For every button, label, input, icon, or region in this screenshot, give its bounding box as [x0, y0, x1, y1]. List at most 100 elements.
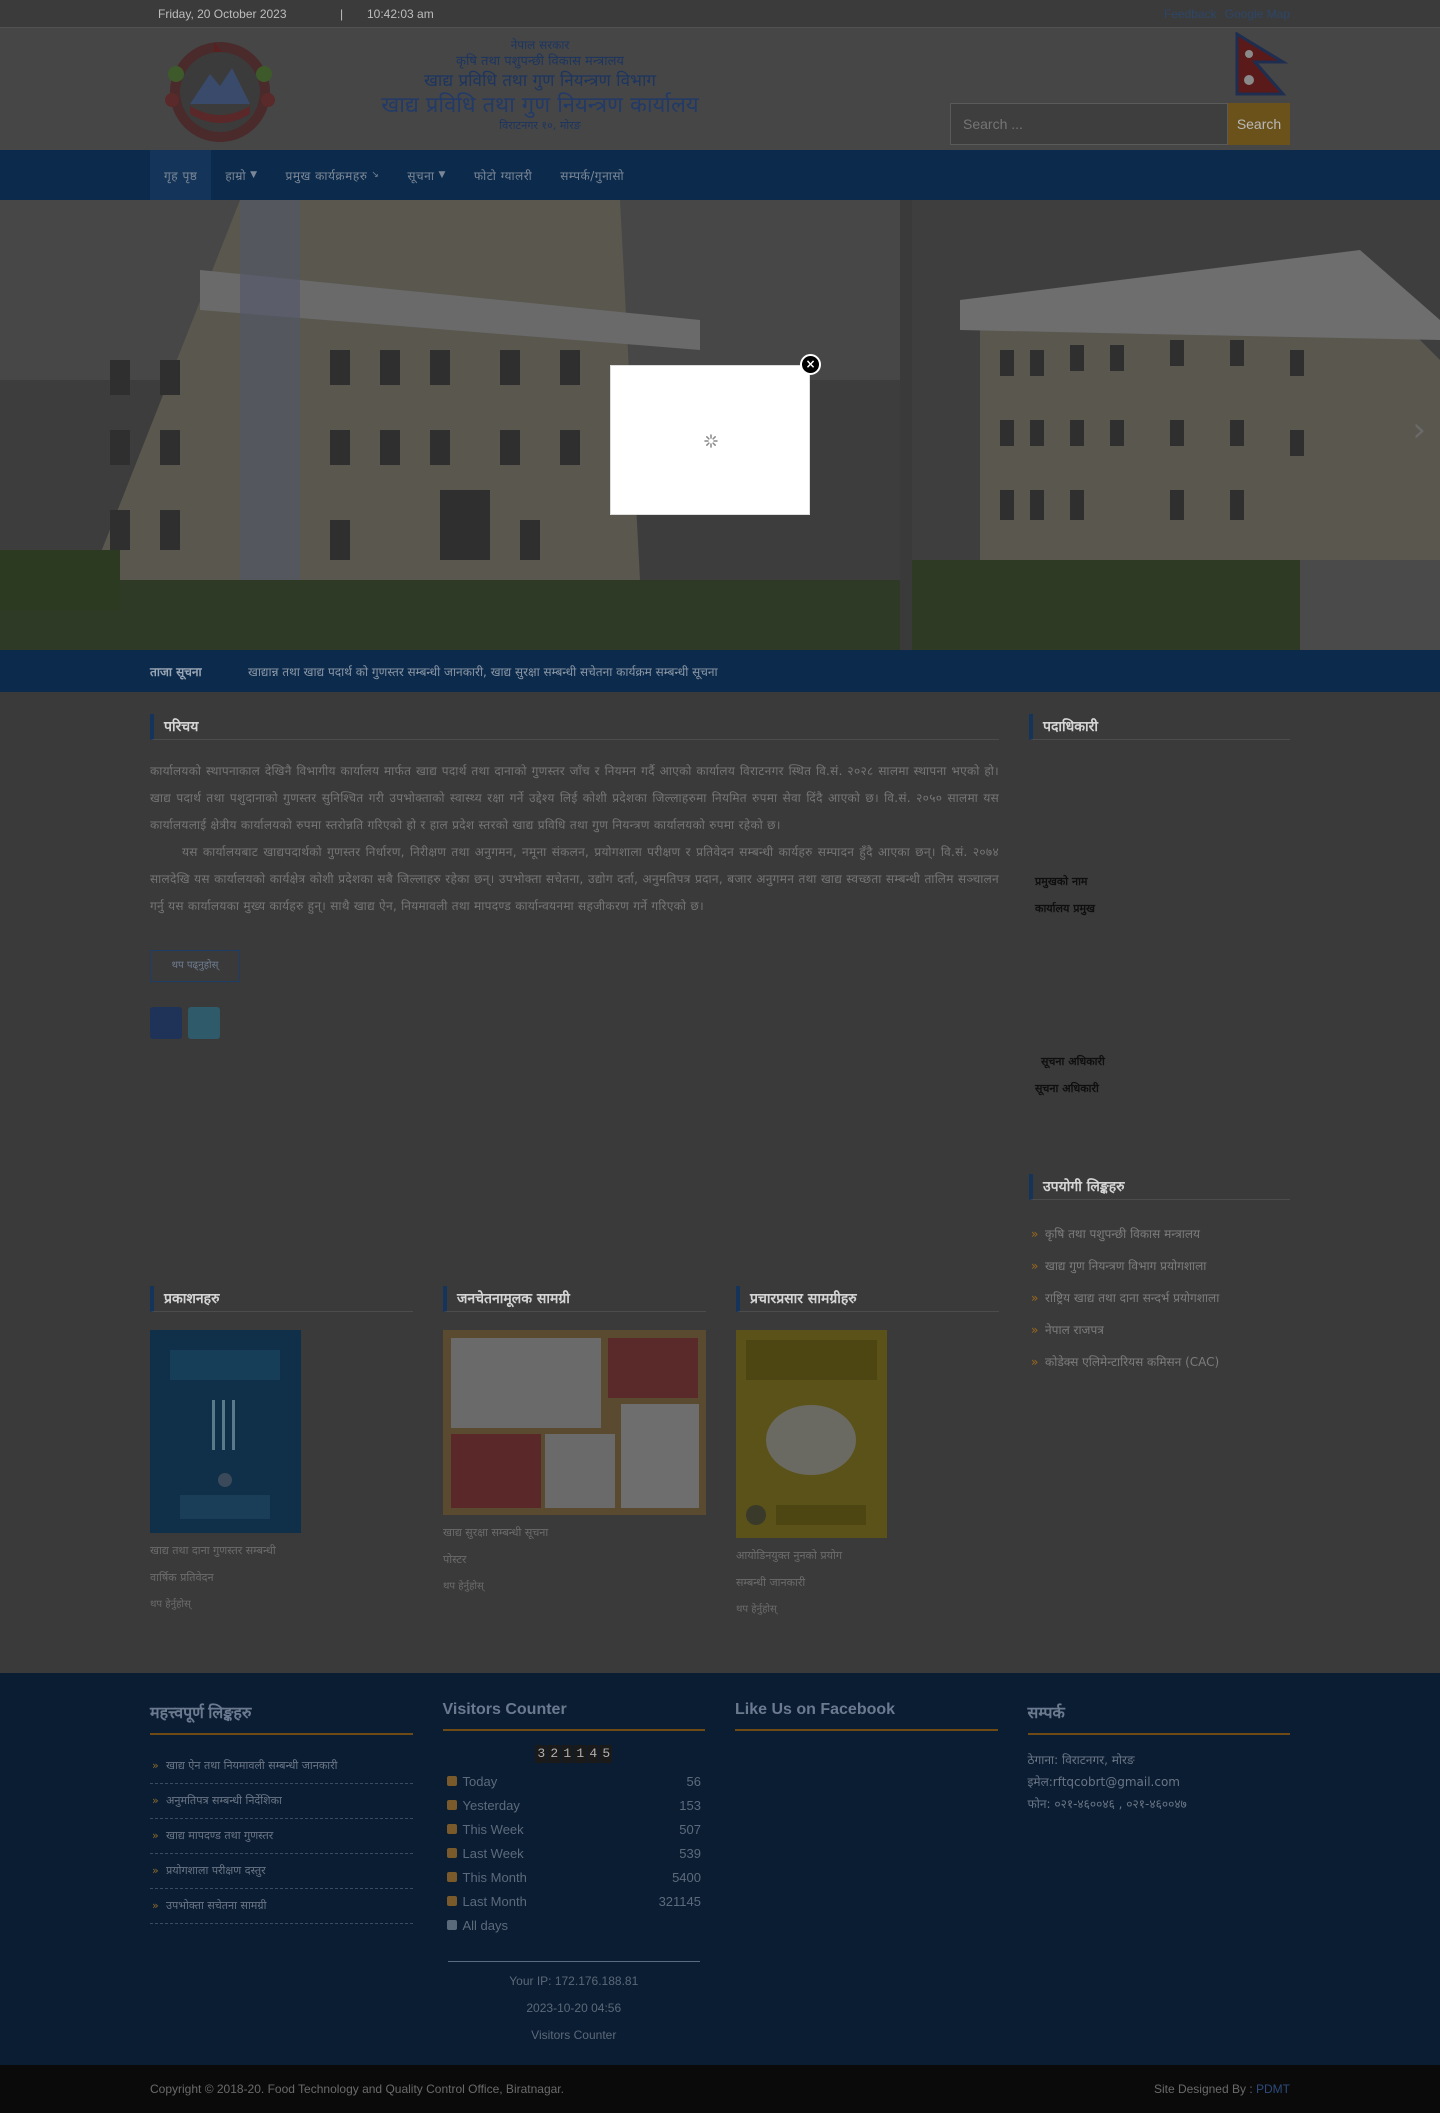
publications-column: प्रकाशनहरु खाद्य तथा दाना गुणस्तर सम्बन्…	[150, 1286, 413, 1623]
slider-next-arrow-icon[interactable]: ›	[1412, 410, 1426, 450]
column-caption: आयोडिनयुक्त नुनको प्रयोग	[736, 1549, 843, 1562]
intro-title: परिचय	[150, 714, 999, 740]
site-header: नेपाल सरकार कृषि तथा पशुपन्छी विकास मन्त…	[0, 27, 1440, 150]
contact-column: सम्पर्क ठेगाना: विराटनगर, मोरङ इमेल:rftq…	[1027, 1701, 1290, 2049]
visitor-datetime: 2023-10-20 04:56	[526, 2001, 622, 2015]
visitors-counter-title: Visitors Counter	[442, 1701, 705, 1731]
staff-1-role: कार्यालय प्रमुख	[1035, 902, 1096, 915]
feedback-link[interactable]: Feedback	[1164, 7, 1217, 21]
visitor-stat-label: All days	[462, 1917, 509, 1933]
column-caption: वार्षिक प्रतिवेदन	[150, 1571, 214, 1584]
visitor-stat-value: 507	[679, 1821, 701, 1837]
important-links-column: महत्त्वपूर्ण लिङ्कहरु खाद्य ऐन तथा नियमा…	[150, 1701, 413, 2049]
publication-cover-image[interactable]	[150, 1330, 301, 1533]
news-ticker: ताजा सूचना खाद्यान्न तथा खाद्य पदार्थ को…	[0, 650, 1440, 692]
view-more-link[interactable]: थप हेर्नुहोस्	[736, 1604, 777, 1615]
column-caption: पोस्टर	[443, 1553, 467, 1566]
designer-link[interactable]: PDMT	[1256, 2082, 1290, 2096]
copyright-text: Copyright © 2018-20. Food Technology and…	[150, 2082, 564, 2096]
contact-address: ठेगाना: विराटनगर, मोरङ	[1027, 1753, 1135, 1767]
counter-digit: 1	[574, 1745, 587, 1763]
useful-link-item[interactable]: कोडेक्स एलिमेन्टारियस कमिसन (CAC)	[1029, 1346, 1290, 1378]
nav-item-programs[interactable]: प्रमुख कार्यक्रमहरु ↘	[272, 150, 394, 200]
contact-title: सम्पर्क	[1027, 1701, 1290, 1735]
visitor-stat-label: Today	[462, 1773, 498, 1789]
social-share	[150, 1007, 999, 1039]
nav-label: सम्पर्क/गुनासो	[560, 168, 625, 183]
intro-paragraph: यस कार्यालयबाट खाद्यपदार्थको गुणस्तर निर…	[150, 845, 999, 913]
chart-icon	[446, 1920, 457, 1930]
search-input[interactable]	[950, 103, 1228, 145]
nav-item-home[interactable]: गृह पृष्ठ	[150, 150, 212, 200]
visitors-counter-link[interactable]: Visitors Counter	[531, 2028, 616, 2042]
nav-item-contact[interactable]: सम्पर्क/गुनासो	[546, 150, 638, 200]
staff-1-name: प्रमुखको नाम	[1035, 875, 1088, 888]
nav-item-about[interactable]: हाम्रो ▼	[211, 150, 271, 200]
footer-link-item[interactable]: खाद्य ऐन तथा नियमावली सम्बन्धी जानकारी	[150, 1749, 413, 1784]
counter-digit: 2	[548, 1745, 561, 1763]
current-time: 10:42:03 am	[367, 6, 434, 21]
office-title-block: नेपाल सरकार कृषि तथा पशुपन्छी विकास मन्त…	[350, 38, 730, 133]
ticker-label: ताजा सूचना	[150, 664, 202, 679]
main-content: परिचय कार्यालयको स्थापनाकाल देखिनै विभाग…	[0, 692, 1440, 2113]
facebook-icon[interactable]	[150, 1007, 182, 1039]
nav-item-notices[interactable]: सूचना ▼	[393, 150, 459, 200]
footer-link-item[interactable]: प्रयोगशाला परीक्षण दस्तुर	[150, 1854, 413, 1889]
column-title: प्रकाशनहरु	[150, 1286, 413, 1312]
visitor-counter-footer: Your IP: 172.176.188.81 2023-10-20 04:56…	[447, 1961, 700, 2049]
staff-title: पदाधिकारी	[1029, 714, 1290, 740]
topbar-separator: |	[340, 6, 344, 21]
office-name: खाद्य प्रविधि तथा गुण नियन्त्रण कार्यालय	[381, 93, 699, 118]
nav-label: हाम्रो	[225, 168, 247, 183]
awareness-poster-image[interactable]	[443, 1330, 706, 1515]
visitor-stat-label: Last Month	[462, 1893, 527, 1909]
footer-link-item[interactable]: खाद्य मापदण्ड तथा गुणस्तर	[150, 1819, 413, 1854]
facebook-column: Like Us on Facebook	[735, 1701, 998, 2049]
close-icon[interactable]: ×	[800, 354, 821, 375]
nav-item-photo-gallery[interactable]: फोटो ग्यालरी	[460, 150, 546, 200]
office-address: विराटनगर १०, मोरङ	[499, 119, 581, 132]
footer-link-item[interactable]: उपभोक्ता सचेतना सामग्री	[150, 1889, 413, 1924]
useful-link-item[interactable]: नेपाल राजपत्र	[1029, 1314, 1290, 1346]
staff-photo-2	[1029, 922, 1290, 1048]
view-more-link[interactable]: थप हेर्नुहोस्	[443, 1581, 484, 1592]
sidebar: पदाधिकारी प्रमुखको नाम कार्यालय प्रमुख स…	[1029, 714, 1290, 1378]
chevron-down-icon: ▼	[250, 170, 258, 180]
designer-label: Site Designed By :	[1153, 2082, 1256, 2096]
promotion-poster-image[interactable]	[736, 1330, 887, 1538]
nepal-emblem-logo[interactable]	[152, 34, 288, 146]
google-map-link[interactable]: Google Map	[1225, 7, 1290, 21]
counter-digit: 5	[600, 1745, 613, 1763]
footer-link-item[interactable]: अनुमतिपत्र सम्बन्धी निर्देशिका	[150, 1784, 413, 1819]
twitter-icon[interactable]	[188, 1007, 220, 1039]
useful-link-item[interactable]: कृषि तथा पशुपन्छी विकास मन्त्रालय	[1029, 1218, 1290, 1250]
chevron-right-icon: ↘	[371, 170, 380, 180]
site-footer: महत्त्वपूर्ण लिङ्कहरु खाद्य ऐन तथा नियमा…	[0, 1673, 1440, 2113]
visitor-stat-value: 153	[679, 1797, 701, 1813]
counter-digit: 4	[587, 1745, 600, 1763]
visitor-stat-value: 5400	[672, 1869, 701, 1885]
contact-phone: फोन: ०२१-४६००४६ , ०२१-४६००४७	[1027, 1797, 1187, 1811]
useful-link-item[interactable]: राष्ट्रिय खाद्य तथा दाना सन्दर्भ प्रयोगश…	[1029, 1282, 1290, 1314]
ticker-news-link[interactable]: खाद्यान्न तथा खाद्य पदार्थ को गुणस्तर सम…	[248, 663, 718, 680]
person-icon	[446, 1776, 457, 1786]
column-caption: सम्बन्धी जानकारी	[736, 1576, 806, 1589]
useful-link-item[interactable]: खाद्य गुण नियन्त्रण विभाग प्रयोगशाला	[1029, 1250, 1290, 1282]
facebook-title: Like Us on Facebook	[735, 1701, 998, 1731]
visitor-stat-label: This Week	[462, 1821, 524, 1837]
visitor-stat-row: This Week 507	[443, 1817, 706, 1841]
column-title: जनचेतनामूलक सामग्री	[443, 1286, 706, 1312]
view-more-link[interactable]: थप हेर्नुहोस्	[150, 1599, 191, 1610]
loading-spinner-icon	[704, 434, 718, 448]
footer-links-list: खाद्य ऐन तथा नियमावली सम्बन्धी जानकारी अ…	[150, 1749, 413, 1924]
intro-paragraph: कार्यालयको स्थापनाकाल देखिनै विभागीय कार…	[150, 764, 999, 832]
visitor-stat-label: Yesterday	[462, 1797, 520, 1813]
visitor-stat-row: Last Month 321145	[443, 1889, 706, 1913]
search-button[interactable]: Search	[1228, 103, 1290, 145]
column-caption: खाद्य सुरक्षा सम्बन्धी सूचना	[443, 1526, 549, 1539]
visitor-stat-value: 321145	[658, 1893, 701, 1909]
person-icon	[446, 1800, 457, 1810]
staff-photo-1	[1029, 758, 1290, 868]
visitor-stat-label: Last Week	[462, 1845, 524, 1861]
read-more-button[interactable]: थप पढ्नुहोस्	[150, 950, 240, 982]
